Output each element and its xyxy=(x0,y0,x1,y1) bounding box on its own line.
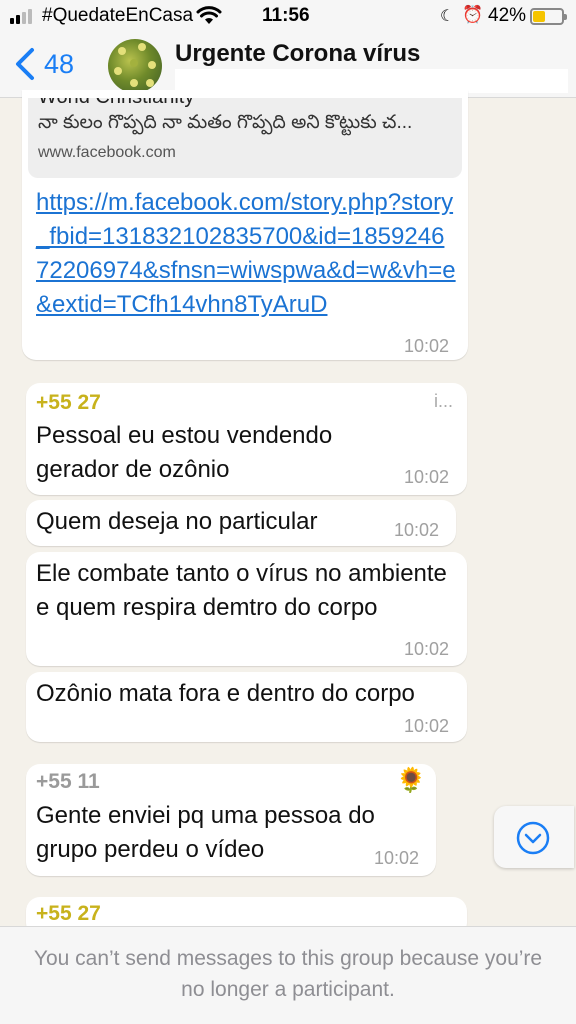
message-bubble[interactable]: +55 27 i... Pessoal eu estou vendendo ge… xyxy=(26,383,467,495)
battery-icon xyxy=(530,8,567,25)
sender-name[interactable]: +55 27 xyxy=(36,902,101,926)
message-text: Quem deseja no particular xyxy=(36,508,318,535)
message-text: Ozônio mata fora e dentro do corpo xyxy=(36,680,415,707)
no-participant-notice: You can’t send messages to this group be… xyxy=(33,947,543,1001)
status-bar: #QuedateEnCasa 11:56 ☾ ⏰ 42% xyxy=(0,0,576,32)
message-text: Pessoal eu estou vendendo gerador de ozô… xyxy=(36,422,333,483)
moon-icon: ☾ xyxy=(440,8,455,25)
sender-suffix: i... xyxy=(434,391,454,411)
chevron-left-icon xyxy=(16,48,34,80)
message-time: 10:02 xyxy=(404,716,450,736)
signal-icon xyxy=(10,9,32,24)
preview-description: నా కులం గొప్పది నా మతం గొప్పది అని కొట్ట… xyxy=(38,112,413,133)
link-preview[interactable]: World Christianity నా కులం గొప్పది నా మత… xyxy=(28,98,462,178)
message-time: 10:02 xyxy=(394,520,440,540)
group-avatar[interactable] xyxy=(108,39,162,93)
group-notice-footer: You can’t send messages to this group be… xyxy=(0,926,576,1024)
battery-percent: 42% xyxy=(488,5,527,26)
message-bubble[interactable]: Ozônio mata fora e dentro do corpo 10:02 xyxy=(26,672,467,742)
preview-domain: www.facebook.com xyxy=(38,144,176,161)
message-time: 10:02 xyxy=(404,467,450,487)
battery-fill xyxy=(533,11,545,22)
wifi-icon xyxy=(196,6,222,24)
sunflower-icon: 🌻 xyxy=(396,767,426,794)
message-time: 10:02 xyxy=(404,336,450,356)
back-button[interactable]: 48 xyxy=(10,46,74,82)
message-time: 10:02 xyxy=(404,639,450,659)
message-bubble[interactable]: +55 11 🌻 Gente enviei pq uma pessoa do g… xyxy=(26,764,436,876)
scroll-down-button[interactable] xyxy=(494,806,574,868)
sender-name[interactable]: +55 11 xyxy=(36,770,100,794)
unread-count: 48 xyxy=(44,48,75,79)
message-text: Gente enviei pq uma pessoa do grupo perd… xyxy=(36,802,375,863)
sender-mask xyxy=(118,902,458,926)
message-bubble[interactable]: Ele combate tanto o vírus no ambiente e … xyxy=(26,552,467,666)
sender-mask xyxy=(118,391,438,415)
message-text: Ele combate tanto o vírus no ambiente e … xyxy=(36,560,447,621)
clock: 11:56 xyxy=(262,5,310,26)
message-time: 10:02 xyxy=(374,848,420,868)
chevron-down-circle-icon xyxy=(516,821,550,855)
alarm-icon: ⏰ xyxy=(462,5,484,24)
message-link[interactable]: https://m.facebook.com/story.php?story_f… xyxy=(36,186,456,322)
sender-mask xyxy=(108,770,388,794)
carrier-label: #QuedateEnCasa xyxy=(42,5,194,26)
sender-name[interactable]: +55 27 xyxy=(36,391,101,415)
group-title[interactable]: Urgente Corona vírus xyxy=(175,40,420,68)
preview-title: World Christianity xyxy=(38,98,194,109)
chat-header: 48 Urgente Corona vírus xyxy=(0,32,576,98)
message-bubble[interactable]: Quem deseja no particular 10:02 xyxy=(26,500,456,546)
